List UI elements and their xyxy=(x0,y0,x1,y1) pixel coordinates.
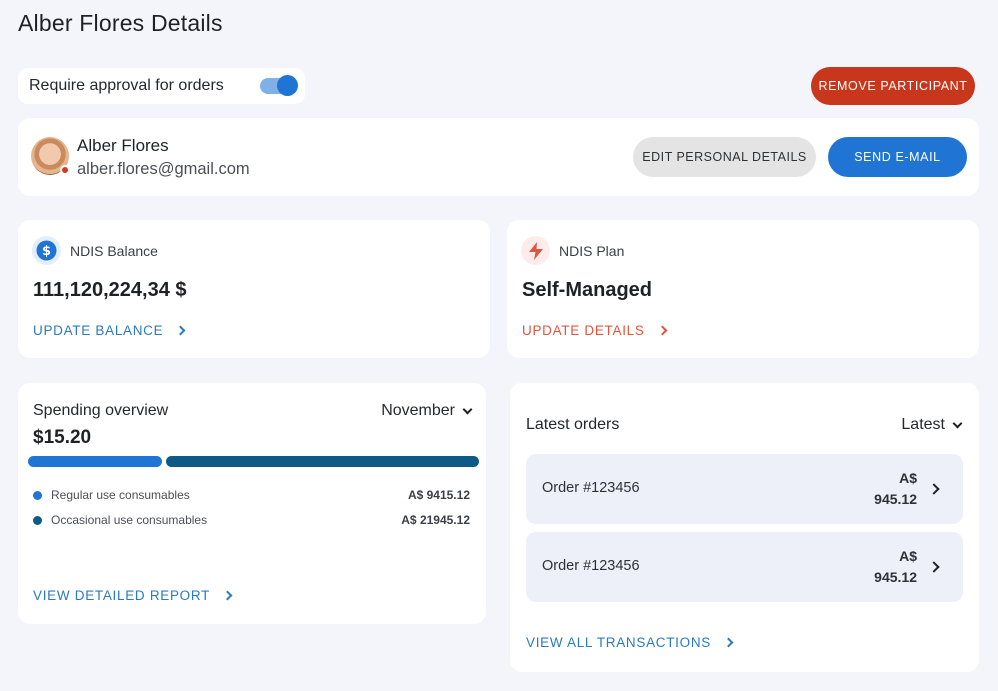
order-row[interactable]: Order #123456 A$ 945.12 xyxy=(526,454,963,524)
ndis-plan-card: NDIS Plan Self-Managed UPDATE DETAILS xyxy=(507,220,979,358)
legend-dot xyxy=(33,515,42,525)
order-value: 945.12 xyxy=(874,491,917,507)
balance-label: NDIS Balance xyxy=(70,243,158,259)
chevron-right-icon xyxy=(657,325,668,336)
toggle-knob xyxy=(277,75,298,96)
page-title: Alber Flores Details xyxy=(18,10,223,36)
order-id: Order #123456 xyxy=(542,480,640,496)
order-id: Order #123456 xyxy=(542,558,640,574)
avatar xyxy=(31,137,70,175)
chevron-right-icon xyxy=(175,325,186,336)
order-amount: A$ 945.12 xyxy=(837,546,917,588)
bar-segment-occasional xyxy=(166,456,479,467)
latest-orders-card: Latest orders Latest Order #123456 A$ 94… xyxy=(510,383,979,672)
update-details-link[interactable]: UPDATE DETAILS xyxy=(522,323,668,338)
plan-label: NDIS Plan xyxy=(559,243,625,259)
send-email-button[interactable]: SEND E-MAIL xyxy=(828,137,967,177)
balance-value: 111,120,224,34 $ xyxy=(33,279,187,301)
order-value: 945.12 xyxy=(874,569,917,585)
approval-label: Require approval for orders xyxy=(29,77,224,94)
legend-label: Regular use consumables xyxy=(51,488,190,502)
plan-value: Self-Managed xyxy=(522,279,653,301)
chevron-right-icon xyxy=(928,561,940,573)
svg-text:$: $ xyxy=(42,244,51,259)
spending-overview-card: Spending overview November $15.20 Regula… xyxy=(18,383,486,624)
sort-value: Latest xyxy=(901,416,945,433)
chevron-down-icon xyxy=(462,404,473,414)
approval-setting: Require approval for orders xyxy=(18,68,305,104)
spending-bar xyxy=(28,456,479,467)
update-balance-label: UPDATE BALANCE xyxy=(33,323,164,338)
legend-amount: A$ 9415.12 xyxy=(407,488,470,502)
order-currency: A$ xyxy=(899,470,917,486)
legend-label: Occasional use consumables xyxy=(51,513,208,527)
legend-row: Occasional use consumables A$ 21945.12 xyxy=(33,513,470,527)
order-currency: A$ xyxy=(899,548,917,564)
order-row[interactable]: Order #123456 A$ 945.12 xyxy=(526,532,963,602)
chevron-right-icon xyxy=(723,637,734,648)
orders-sort-select[interactable]: Latest xyxy=(901,416,963,434)
month-select[interactable]: November xyxy=(381,402,473,420)
view-detailed-report-link[interactable]: VIEW DETAILED REPORT xyxy=(33,588,233,603)
approval-toggle[interactable] xyxy=(260,75,298,96)
dollar-icon: $ xyxy=(32,236,61,265)
remove-participant-button[interactable]: REMOVE PARTICIPANT xyxy=(811,67,975,105)
chevron-down-icon xyxy=(952,418,963,428)
orders-title: Latest orders xyxy=(526,416,620,433)
chevron-right-icon xyxy=(222,590,233,601)
view-detailed-report-label: VIEW DETAILED REPORT xyxy=(33,588,211,603)
lightning-icon xyxy=(521,236,550,265)
update-details-label: UPDATE DETAILS xyxy=(522,323,645,338)
profile-card: Alber Flores alber.flores@gmail.com EDIT… xyxy=(18,118,979,196)
spending-total: $15.20 xyxy=(33,427,92,448)
view-all-transactions-label: VIEW ALL TRANSACTIONS xyxy=(526,635,711,650)
legend-amount: A$ 21945.12 xyxy=(401,513,470,527)
month-value: November xyxy=(381,402,455,419)
edit-personal-details-button[interactable]: EDIT PERSONAL DETAILS xyxy=(633,137,816,177)
profile-name: Alber Flores xyxy=(77,136,169,155)
chevron-right-icon xyxy=(928,483,940,495)
profile-email: alber.flores@gmail.com xyxy=(77,160,250,178)
legend-row: Regular use consumables A$ 9415.12 xyxy=(33,488,470,502)
bar-segment-regular xyxy=(28,456,163,467)
update-balance-link[interactable]: UPDATE BALANCE xyxy=(33,323,186,338)
order-amount: A$ 945.12 xyxy=(837,468,917,510)
spending-title: Spending overview xyxy=(33,402,169,419)
status-indicator xyxy=(60,165,70,175)
view-all-transactions-link[interactable]: VIEW ALL TRANSACTIONS xyxy=(526,635,734,650)
legend-dot xyxy=(33,490,42,500)
ndis-balance-card: $ NDIS Balance 111,120,224,34 $ UPDATE B… xyxy=(18,220,490,358)
